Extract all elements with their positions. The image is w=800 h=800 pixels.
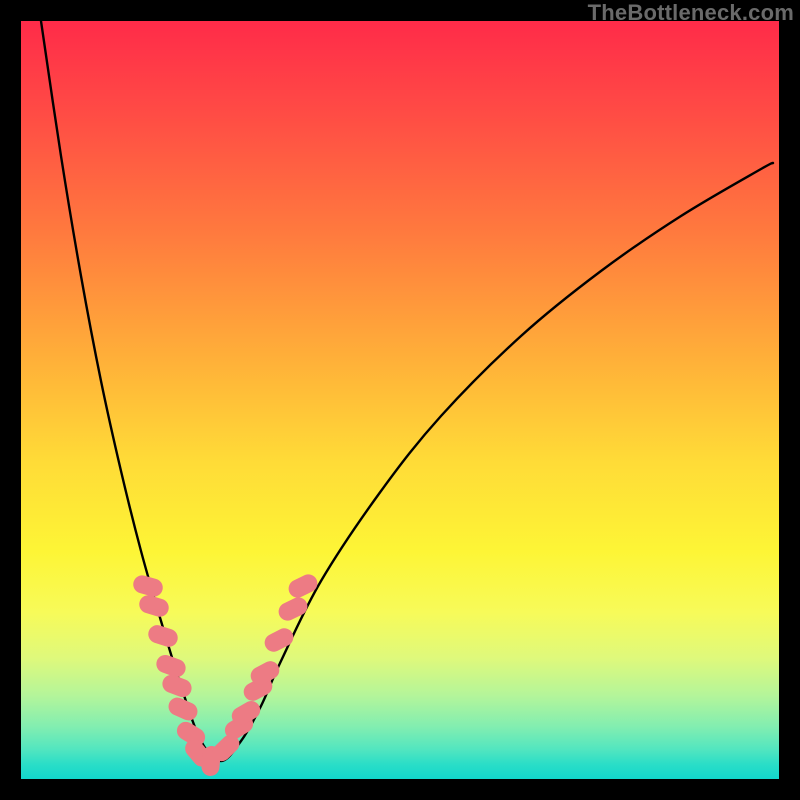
bead-marker [286, 571, 321, 600]
bead-marker [276, 594, 311, 623]
bead-marker [160, 672, 194, 700]
bead-layer [21, 21, 779, 779]
bead-marker [166, 695, 201, 724]
bead-marker [146, 623, 180, 649]
bead-marker [137, 593, 171, 619]
bead-marker [262, 625, 297, 655]
